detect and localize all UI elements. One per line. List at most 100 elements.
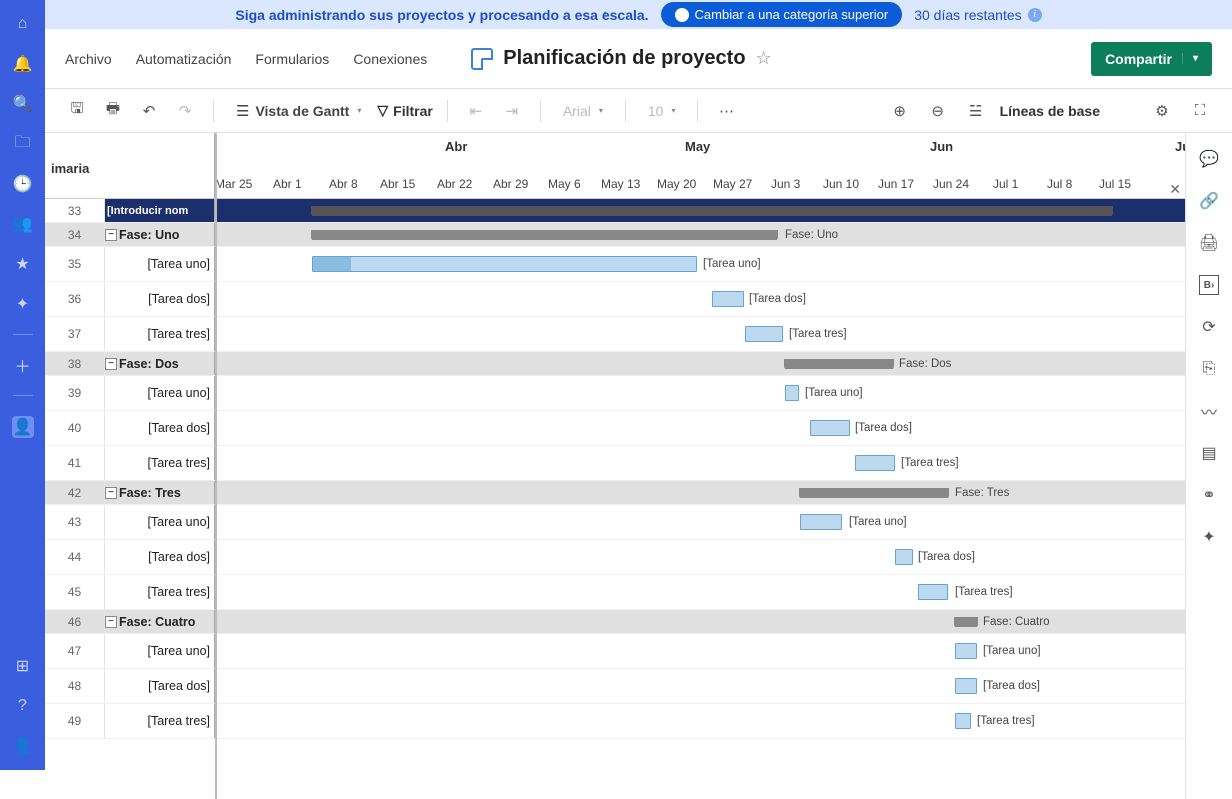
task-name-cell[interactable]: [Tarea dos] — [105, 540, 215, 574]
attachments-icon[interactable]: 🔗 — [1199, 191, 1219, 211]
upgrade-button[interactable]: Cambiar a una categoría superior — [661, 2, 903, 27]
star-icon[interactable]: ★ — [13, 254, 33, 274]
ai-sparkle-icon[interactable]: ✦ — [1199, 527, 1219, 547]
bar-area[interactable]: [Tarea dos] — [215, 669, 1185, 703]
folder-icon[interactable]: 🗀 — [13, 134, 33, 154]
task-name-cell[interactable]: −[Introducir nom — [105, 199, 215, 222]
task-bar[interactable] — [895, 549, 913, 565]
task-name-cell[interactable]: [Tarea uno] — [105, 376, 215, 410]
task-bar[interactable] — [312, 256, 697, 272]
task-name-cell[interactable]: −Fase: Uno — [105, 223, 215, 246]
bar-area[interactable]: [Tarea dos] — [215, 411, 1185, 445]
task-name-cell[interactable]: [Tarea dos] — [105, 411, 215, 445]
task-bar[interactable] — [712, 291, 744, 307]
bar-area[interactable]: [Tarea dos] — [215, 282, 1185, 316]
font-selector[interactable]: Arial — [555, 99, 611, 123]
summary-bar[interactable] — [800, 488, 948, 498]
task-bar[interactable] — [855, 455, 895, 471]
bar-area[interactable]: [Tarea tres] — [215, 704, 1185, 738]
task-bar[interactable] — [745, 326, 783, 342]
close-gantt-icon[interactable]: ✕ — [1169, 181, 1181, 198]
task-name-cell[interactable]: [Tarea dos] — [105, 669, 215, 703]
settings-gear-icon[interactable]: ⚙ — [1148, 97, 1176, 125]
bar-area[interactable]: Fase: Dos — [215, 352, 1185, 375]
redo-icon[interactable]: ↷ — [171, 97, 199, 125]
collapse-toggle[interactable]: − — [105, 358, 117, 370]
menu-automation[interactable]: Automatización — [136, 51, 232, 67]
update-request-icon[interactable]: ⎘ — [1199, 359, 1219, 379]
zoom-out-icon[interactable]: ⊖ — [924, 97, 952, 125]
collapse-toggle[interactable]: − — [105, 229, 117, 241]
primary-column-header[interactable]: imaria — [45, 133, 215, 198]
apps-grid-icon[interactable]: ⊞ — [13, 656, 33, 676]
bar-area[interactable]: [Tarea tres] — [215, 575, 1185, 609]
clock-icon[interactable]: 🕒 — [13, 174, 33, 194]
bar-area[interactable]: [Tarea uno] — [215, 247, 1185, 281]
bar-area[interactable]: Fase: Cuatro — [215, 610, 1185, 633]
bell-icon[interactable]: 🔔 — [13, 54, 33, 74]
task-bar[interactable] — [955, 643, 977, 659]
summary-bar[interactable] — [785, 359, 893, 369]
undo-icon[interactable]: ↶ — [135, 97, 163, 125]
bar-area[interactable]: Fase: Tres — [215, 481, 1185, 504]
brandfolder-icon[interactable]: B› — [1199, 275, 1219, 295]
collapse-toggle[interactable]: − — [105, 616, 117, 628]
workspace-icon[interactable]: 👤 — [12, 416, 34, 438]
task-name-cell[interactable]: −Fase: Tres — [105, 481, 215, 504]
refresh-icon[interactable]: ⟳ — [1199, 317, 1219, 337]
document-title[interactable]: Planificación de proyecto — [503, 47, 745, 70]
bar-area[interactable] — [215, 199, 1185, 222]
menu-file[interactable]: Archivo — [65, 51, 112, 67]
font-size-selector[interactable]: 10 — [640, 99, 684, 123]
workapps-icon[interactable]: ✦ — [13, 294, 33, 314]
column-resizer[interactable] — [213, 133, 217, 799]
task-bar[interactable] — [800, 514, 842, 530]
filter-button[interactable]: ▽Filtrar — [377, 102, 432, 119]
task-name-cell[interactable]: [Tarea uno] — [105, 634, 215, 668]
task-bar[interactable] — [955, 713, 971, 729]
zoom-in-icon[interactable]: ⊕ — [886, 97, 914, 125]
summary-icon[interactable]: ▤ — [1199, 443, 1219, 463]
bar-area[interactable]: [Tarea uno] — [215, 505, 1185, 539]
help-icon[interactable]: ? — [13, 696, 33, 716]
save-icon[interactable]: 🖫 — [63, 97, 91, 125]
summary-bar[interactable] — [312, 230, 777, 240]
task-name-cell[interactable]: [Tarea tres] — [105, 317, 215, 351]
more-icon[interactable]: ⋯ — [712, 97, 740, 125]
baselines-button[interactable]: Líneas de base — [1000, 103, 1100, 119]
task-name-cell[interactable]: [Tarea uno] — [105, 505, 215, 539]
critical-path-icon[interactable] — [1110, 97, 1138, 125]
proof-icon[interactable]: 🖨 — [1199, 233, 1219, 253]
task-name-cell[interactable]: [Tarea dos] — [105, 282, 215, 316]
task-name-cell[interactable]: [Tarea uno] — [105, 247, 215, 281]
baseline-icon[interactable]: ☱ — [962, 97, 990, 125]
bar-area[interactable]: Fase: Uno — [215, 223, 1185, 246]
bar-area[interactable]: [Tarea uno] — [215, 634, 1185, 668]
bar-area[interactable]: [Tarea tres] — [215, 317, 1185, 351]
task-bar[interactable] — [918, 584, 948, 600]
people-icon[interactable]: 👥 — [13, 214, 33, 234]
task-name-cell[interactable]: [Tarea tres] — [105, 704, 215, 738]
summary-bar[interactable] — [955, 617, 977, 627]
comments-icon[interactable]: 💬 — [1199, 149, 1219, 169]
menu-connections[interactable]: Conexiones — [353, 51, 427, 67]
favorite-star-icon[interactable]: ☆ — [756, 48, 772, 69]
expand-icon[interactable]: ⛶ — [1186, 97, 1214, 125]
home-icon[interactable]: ⌂ — [13, 14, 33, 34]
task-name-cell[interactable]: −Fase: Cuatro — [105, 610, 215, 633]
plus-icon[interactable]: ＋ — [13, 355, 33, 375]
share-button[interactable]: Compartir — [1091, 42, 1212, 76]
activity-icon[interactable]: 〰 — [1199, 401, 1219, 421]
bar-area[interactable]: [Tarea tres] — [215, 446, 1185, 480]
bar-area[interactable]: [Tarea uno] — [215, 376, 1185, 410]
gantt-chart[interactable]: imaria AbrMayJunJul Mar 25Abr 1Abr 8Abr … — [45, 133, 1185, 799]
task-name-cell[interactable]: [Tarea tres] — [105, 575, 215, 609]
task-name-cell[interactable]: [Tarea tres] — [105, 446, 215, 480]
trial-days-remaining[interactable]: 30 días restantes — [914, 7, 1041, 23]
print-icon[interactable]: 🖶 — [99, 97, 127, 125]
summary-bar[interactable] — [312, 206, 1112, 216]
indent-icon[interactable]: ⇥ — [498, 97, 526, 125]
bar-area[interactable]: [Tarea dos] — [215, 540, 1185, 574]
task-bar[interactable] — [810, 420, 850, 436]
collapse-toggle[interactable]: − — [105, 487, 117, 499]
